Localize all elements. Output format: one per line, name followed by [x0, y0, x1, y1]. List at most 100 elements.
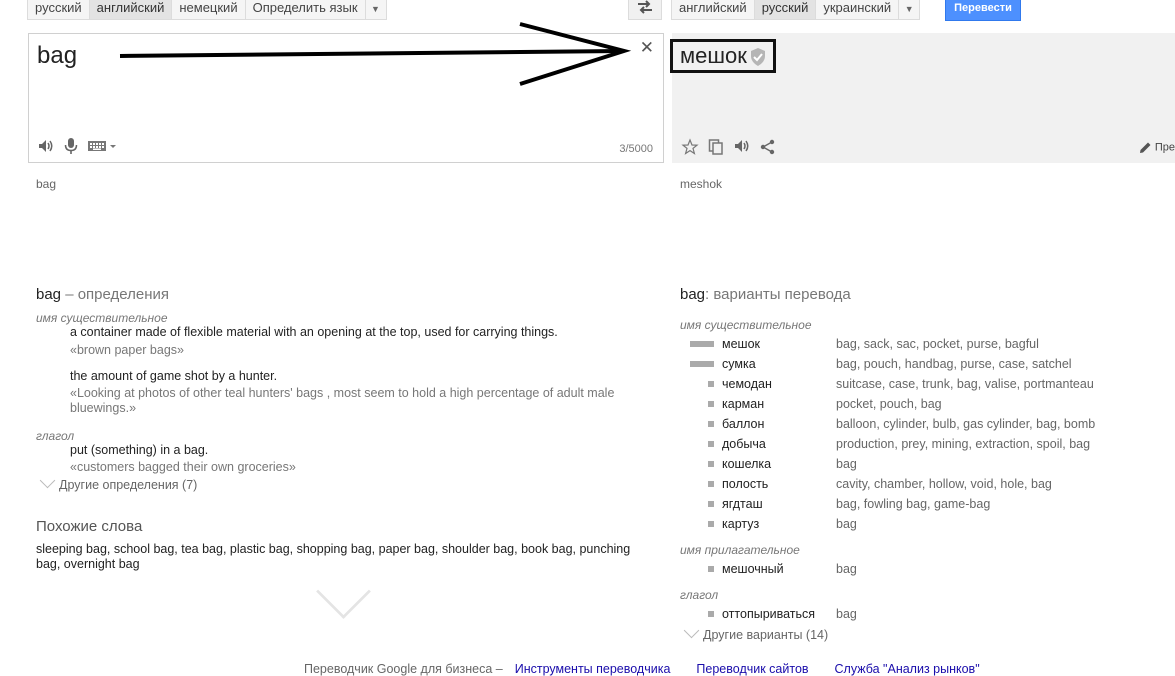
source-language-bar: русский английский немецкий Определить я…: [27, 0, 387, 20]
translation-row[interactable]: ягдташ bag, fowling bag, game-bag: [680, 495, 1170, 515]
source-lang-english[interactable]: английский: [88, 0, 173, 20]
source-transliteration: bag: [36, 177, 57, 191]
definition-text: put (something) in a bag.: [70, 443, 209, 457]
footer-prefix: Переводчик Google для бизнеса –: [304, 662, 503, 676]
translation-row[interactable]: полость cavity, chamber, hollow, void, ho…: [680, 475, 1170, 495]
translation-row[interactable]: добыча production, prey, mining, extracti…: [680, 435, 1170, 455]
footer-link-market[interactable]: Служба "Анализ рынков": [835, 662, 980, 676]
translate-button[interactable]: Перевести: [945, 0, 1021, 21]
swap-languages-button[interactable]: [628, 0, 662, 20]
target-lang-russian[interactable]: русский: [753, 0, 817, 20]
translation-row[interactable]: мешочный bag: [680, 560, 1170, 580]
part-of-speech-verb: глагол: [680, 588, 719, 602]
translation-synonyms: bag: [836, 562, 857, 576]
microphone-icon[interactable]: [64, 138, 78, 154]
translation-word[interactable]: добыча: [722, 437, 766, 451]
translation-synonyms: balloon, cylinder, bulb, gas cylinder, b…: [836, 417, 1096, 431]
verified-shield-icon: [750, 48, 765, 67]
translation-word[interactable]: чемодан: [722, 377, 772, 391]
target-language-bar: английский русский украинский ▼: [671, 0, 921, 20]
more-translations-label: Другие варианты (14): [703, 628, 829, 642]
speaker-icon[interactable]: [734, 139, 750, 153]
definition-example: «Looking at photos of other teal hunters…: [70, 386, 615, 415]
more-definitions-button[interactable]: Другие определения (7): [36, 472, 198, 492]
definitions-title: – определения: [61, 286, 170, 303]
copy-icon[interactable]: [708, 139, 724, 155]
translation-row[interactable]: сумка bag, pouch, handbag, purse, case, s…: [680, 355, 1170, 375]
more-definitions-label: Другие определения (7): [59, 478, 198, 492]
translation-row[interactable]: карман pocket, pouch, bag: [680, 395, 1170, 415]
definition-text: the amount of game shot by a hunter.: [70, 369, 278, 383]
result-area: мешок Пре: [670, 33, 1175, 163]
target-lang-dropdown[interactable]: ▼: [898, 0, 921, 20]
star-icon[interactable]: [681, 138, 699, 155]
translation-word[interactable]: полость: [722, 477, 768, 491]
frequency-bar: [708, 611, 714, 617]
translation-word[interactable]: мешок: [722, 337, 760, 351]
translation-word[interactable]: карман: [722, 397, 764, 411]
definitions-word: bag: [36, 286, 62, 303]
translation-text: мешок: [680, 43, 747, 68]
translations-word: bag: [680, 286, 706, 303]
translations-heading: bag: варианты перевода: [680, 286, 851, 303]
footer-link-sites[interactable]: Переводчик сайтов: [696, 662, 808, 676]
frequency-bar: [690, 361, 714, 367]
translation-synonyms: bag: [836, 457, 857, 471]
translation-row[interactable]: мешок bag, sack, sac, pocket, purse, bagf…: [680, 335, 1170, 355]
translation-result[interactable]: мешок: [670, 39, 776, 73]
translation-word[interactable]: кошелка: [722, 457, 771, 471]
footer-link-tools[interactable]: Инструменты переводчика: [515, 662, 671, 676]
part-of-speech-noun: имя существительное: [36, 311, 168, 325]
suggest-edit-link[interactable]: Пре: [1139, 141, 1175, 154]
source-lang-dropdown[interactable]: ▼: [364, 0, 387, 20]
translation-word[interactable]: баллон: [722, 417, 764, 431]
translation-synonyms: cavity, chamber, hollow, void, hole, bag: [836, 477, 1052, 491]
frequency-bar: [708, 521, 714, 527]
translation-word[interactable]: картуз: [722, 517, 759, 531]
related-words-heading: Похожие слова: [36, 518, 143, 535]
translation-synonyms: bag, sack, sac, pocket, purse, bagful: [836, 337, 1039, 351]
translation-word[interactable]: ягдташ: [722, 497, 763, 511]
clear-icon[interactable]: ✕: [640, 38, 654, 58]
speaker-icon[interactable]: [38, 139, 54, 153]
definition-example: «customers bagged their own groceries»: [70, 460, 296, 474]
more-translations-button[interactable]: Другие варианты (14): [680, 622, 829, 642]
translation-row[interactable]: баллон balloon, cylinder, bulb, gas cylin…: [680, 415, 1170, 435]
translation-word[interactable]: оттопыриваться: [722, 607, 815, 621]
source-tools: [38, 138, 118, 154]
chevron-down-icon: ▼: [371, 4, 380, 14]
translation-row[interactable]: кошелка bag: [680, 455, 1170, 475]
frequency-bar: [708, 381, 714, 387]
swap-icon: [638, 0, 652, 14]
source-text[interactable]: bag: [37, 42, 77, 70]
chevron-down-icon: [39, 472, 56, 489]
frequency-bar: [708, 501, 714, 507]
keyboard-icon[interactable]: [88, 140, 118, 152]
translation-synonyms: bag: [836, 607, 857, 621]
frequency-bar: [708, 421, 714, 427]
frequency-bar: [708, 441, 714, 447]
part-of-speech-noun: имя существительное: [680, 318, 812, 332]
footer: Переводчик Google для бизнеса – Инструме…: [304, 662, 980, 676]
source-lang-detect[interactable]: Определить язык: [244, 0, 366, 20]
translation-row[interactable]: картуз bag: [680, 515, 1170, 535]
source-lang-russian[interactable]: русский: [27, 0, 90, 20]
translation-synonyms: pocket, pouch, bag: [836, 397, 942, 411]
target-lang-ukrainian[interactable]: украинский: [815, 0, 900, 20]
suggest-edit-label: Пре: [1154, 141, 1175, 154]
target-lang-english[interactable]: английский: [671, 0, 755, 20]
translation-row[interactable]: оттопыриваться bag: [680, 605, 1170, 625]
translation-synonyms: bag, fowling bag, game-bag: [836, 497, 991, 511]
part-of-speech-verb: глагол: [36, 429, 75, 443]
translation-word[interactable]: сумка: [722, 357, 756, 371]
definition-text: a container made of flexible material wi…: [70, 325, 558, 339]
translation-word[interactable]: мешочный: [722, 562, 784, 576]
translation-synonyms: suitcase, case, trunk, bag, valise, port…: [836, 377, 1094, 391]
expand-chevron-icon[interactable]: [316, 564, 371, 619]
part-of-speech-adjective: имя прилагательное: [680, 543, 800, 557]
definition-example: «brown paper bags»: [70, 343, 184, 357]
source-lang-german[interactable]: немецкий: [171, 0, 246, 20]
definitions-heading: bag – определения: [36, 286, 169, 303]
translation-row[interactable]: чемодан suitcase, case, trunk, bag, valis…: [680, 375, 1170, 395]
share-icon[interactable]: [760, 139, 776, 155]
